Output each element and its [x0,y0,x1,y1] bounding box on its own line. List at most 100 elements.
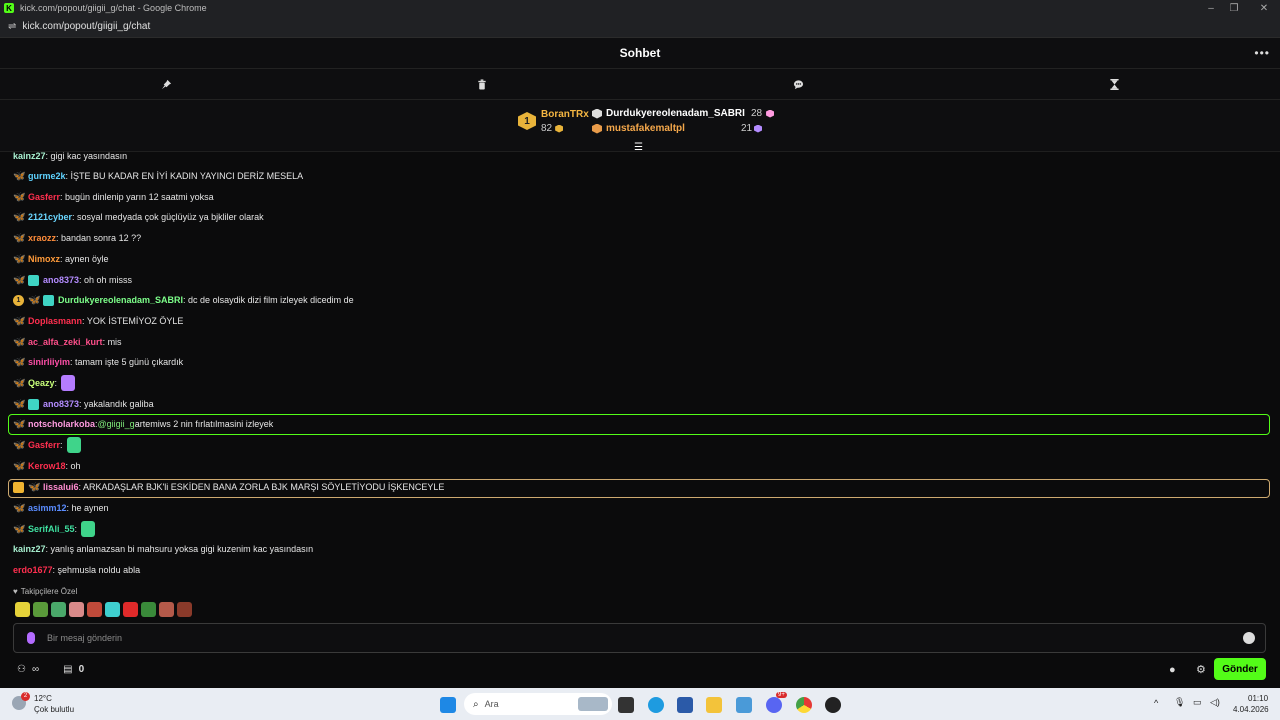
chat-message: 🦋 asimm12: he aynen [13,500,109,516]
mic-tray-icon[interactable]: 🎙 [1174,697,1185,708]
site-info-icon[interactable]: ⇌ [8,21,16,32]
chat-username[interactable]: Qeazy [28,378,55,388]
task-view-icon[interactable] [618,697,634,713]
chat-text: : bandan sonra 12 ?? [56,233,142,243]
clock-time[interactable]: 01:10 [1248,694,1268,703]
chat-username[interactable]: Nimoxz [28,254,60,264]
subscriber-badge-icon: 🦋 [13,377,26,389]
chat-username[interactable]: SerifAli_55 [28,524,75,534]
emote-button[interactable] [159,602,174,617]
gift-icon [766,109,775,118]
chat-text: : yakalandık galiba [79,399,154,409]
points-infinity: ∞ [31,664,40,675]
emoji-picker-icon[interactable] [1243,632,1255,644]
chat-username[interactable]: gurme2k [28,171,66,181]
chat-bubble-icon[interactable]: ● [1169,664,1176,676]
chat-username[interactable]: Durdukyereolenadam_SABRI [58,295,183,305]
chat-message: 🦋 gurme2k: İŞTE BU KADAR EN İYİ KADIN YAY… [13,168,303,184]
chat-username[interactable]: 2121cyber [28,212,72,222]
subscriber-badge-icon: 🦋 [13,232,26,244]
more-options-icon[interactable]: ••• [1254,46,1270,60]
chat-username[interactable]: ac_alfa_zeki_kurt [28,337,103,347]
chrome-icon[interactable] [796,697,812,713]
leader-third-name[interactable]: mustafakemaltpl [606,123,685,134]
pin-icon[interactable] [158,76,174,92]
microphone-icon[interactable] [27,632,35,644]
chat-message: 🦋 SerifAli_55: [13,521,96,537]
leader-third-count: 21 [741,123,753,134]
edge-icon[interactable] [648,697,664,713]
followers-only-label: Takipçilere Özel [20,587,78,596]
emote-button[interactable] [177,602,192,617]
chat-username[interactable]: Gasferr [28,192,60,202]
restore-icon[interactable]: ❐ [1219,0,1249,16]
network-icon[interactable]: ▭ [1193,697,1202,708]
chat-username[interactable]: Doplasmann [28,316,82,326]
chat-input-placeholder[interactable]: Bir mesaj gönderin [47,633,122,643]
trash-icon[interactable] [474,76,490,92]
close-icon[interactable]: ✕ [1249,0,1279,16]
chat-username[interactable]: notscholarkoba [28,419,95,429]
chat-username[interactable]: lissalui6 [43,482,79,492]
rank-two-badge-icon [592,108,602,119]
emote-button[interactable] [51,602,66,617]
points-icon[interactable]: ⚇ [17,664,26,675]
chat-username[interactable]: Gasferr [28,440,60,450]
app-icon[interactable] [825,697,841,713]
emote-button[interactable] [123,602,138,617]
chat-text: : [74,524,78,534]
emote-button[interactable] [105,602,120,617]
app-icon[interactable] [736,697,752,713]
emote-button[interactable] [69,602,84,617]
chat-text: : gigi kac yasındasın [45,152,128,161]
chat-text: : mis [102,337,122,347]
gifter-badge-icon [28,274,39,286]
chat-username[interactable]: kainz27 [13,544,46,554]
tray-chevron-icon[interactable]: ^ [1154,698,1158,708]
chat-text: : İŞTE BU KADAR EN İYİ KADIN YAYINCI DER… [65,171,304,181]
discord-icon[interactable] [766,697,782,713]
store-app-icon[interactable] [677,697,693,713]
chat-text-rest: artemiws 2 nin fırlatılmasini izleyek [134,419,274,429]
chat-username[interactable]: ano8373 [43,399,79,409]
chat-message: erdo1677: şehmusla noldu abla [13,562,140,578]
emote-button[interactable] [15,602,30,617]
volume-icon[interactable]: ◁) [1210,697,1220,708]
send-button[interactable]: Gönder [1214,658,1266,680]
subscriber-badge-icon: 🦋 [13,211,26,223]
chat-input-box[interactable]: Bir mesaj gönderin [13,623,1266,653]
settings-gear-icon[interactable]: ⚙ [1196,663,1206,676]
emote-button[interactable] [33,602,48,617]
address-bar[interactable]: ⇌ kick.com/popout/giigii_g/chat [0,16,1280,38]
chat-username[interactable]: ano8373 [43,275,79,285]
chat-message: 🦋 lissalui6: ARKADAŞLAR BJK'li ESKİDEN BA… [13,479,444,495]
store-icon[interactable]: ▤ [63,664,72,675]
kick-logo-icon: K [4,3,14,13]
emote-button[interactable] [141,602,156,617]
emote-button[interactable] [87,602,102,617]
chat-username[interactable]: asimm12 [28,503,67,513]
chat-text: : [54,378,58,388]
chat-username[interactable]: Kerow18 [28,461,66,471]
followers-only-indicator: ♥ Takipçilere Özel [13,587,77,596]
discord-badge: 9+ [776,692,787,698]
chat-bottom-bar: ⚇ ∞ ▤ 0 ● ⚙ Gönder [0,656,1280,688]
chat-username[interactable]: sinirliiyim [28,357,70,367]
clock-date[interactable]: 4.04.2026 [1233,705,1269,714]
leader-second-name[interactable]: Durdukyereolenadam_SABRI [606,108,745,119]
chat-text: : şehmusla noldu abla [52,565,141,575]
chat-mention[interactable]: @giigii_g [98,419,135,429]
subscriber-badge-icon: 🦋 [13,398,26,410]
windows-start-icon[interactable] [440,697,456,713]
chat-username[interactable]: erdo1677 [13,565,53,575]
file-explorer-icon[interactable] [706,697,722,713]
leader-first-name[interactable]: BoranTRx [541,109,589,120]
chat-username[interactable]: kainz27 [13,152,46,161]
hourglass-icon[interactable] [1106,76,1122,92]
chat-text: : YOK İSTEMİYOZ ÖYLE [82,316,184,326]
chat-username[interactable]: xraozz [28,233,56,243]
subscriber-badge-icon: 🦋 [13,502,26,514]
chat-bubble-icon[interactable] [790,76,806,92]
taskbar-search[interactable]: ⌕ Ara [464,693,612,715]
subscriber-badge-icon: 🦋 [13,315,26,327]
